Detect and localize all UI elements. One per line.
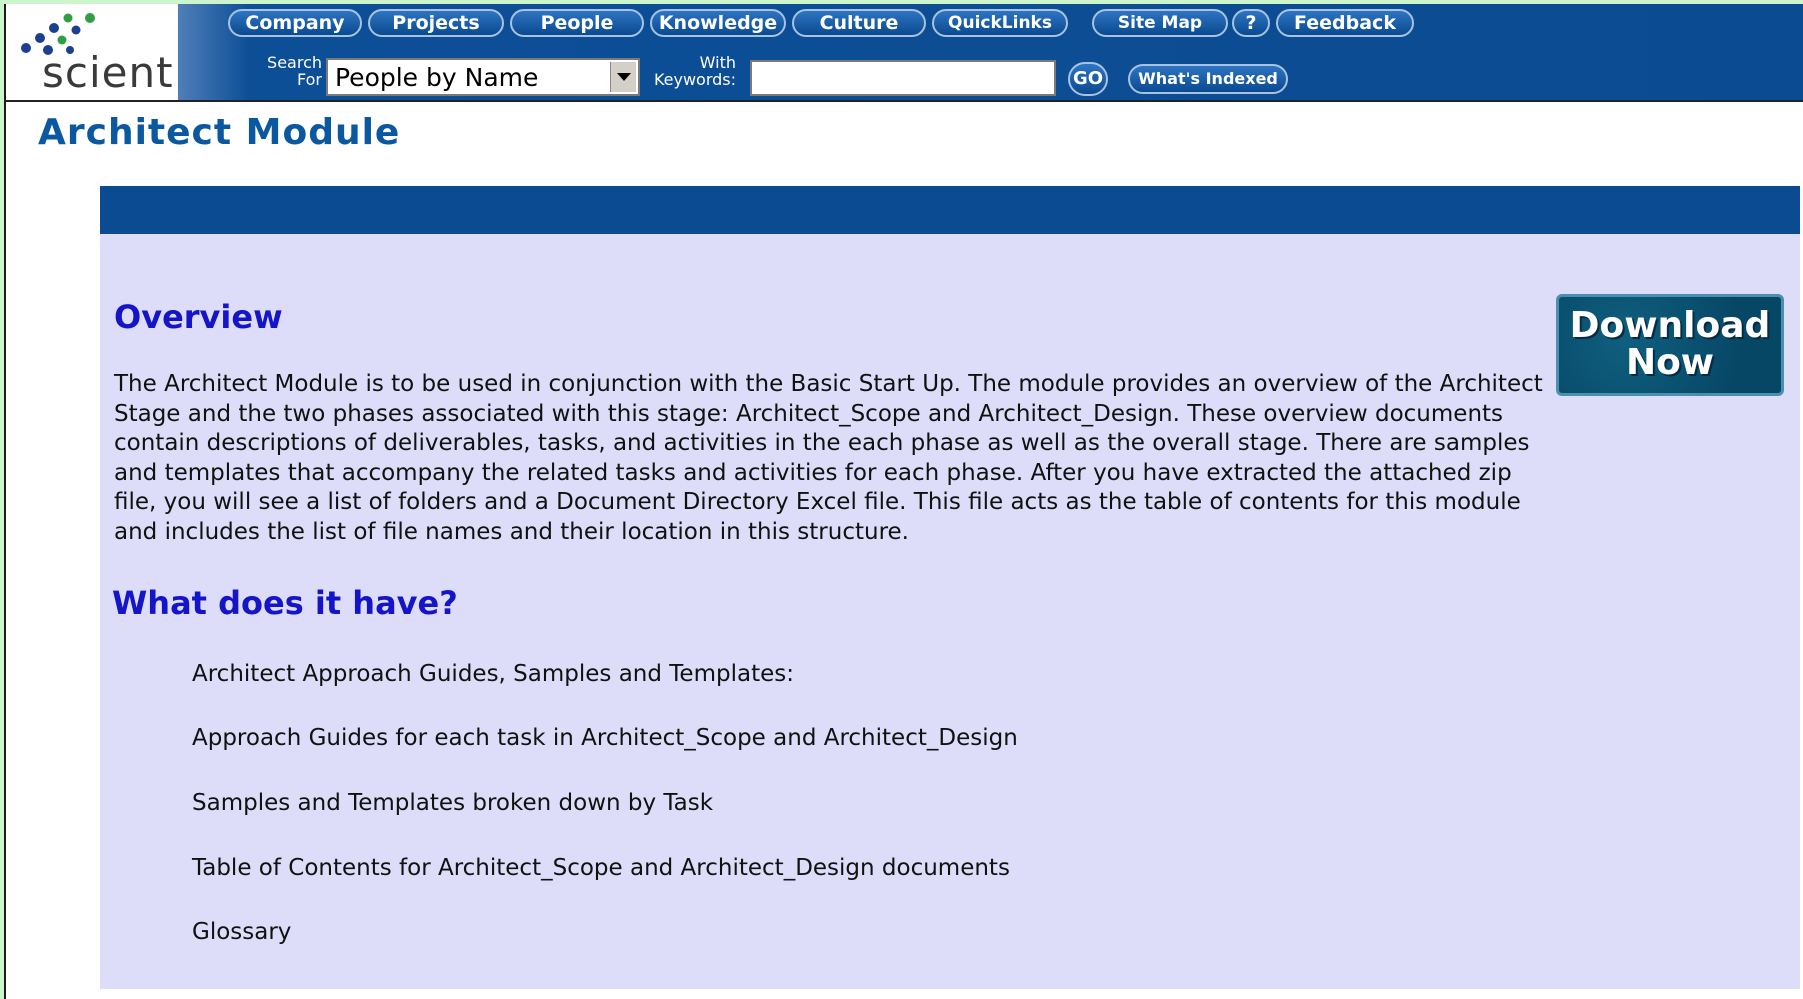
logo-wordmark: scient. bbox=[42, 52, 188, 94]
nav-site-map-button[interactable]: Site Map bbox=[1092, 9, 1228, 37]
nav-projects-button[interactable]: Projects bbox=[368, 9, 504, 37]
nav-people-button[interactable]: People bbox=[510, 9, 644, 37]
download-label-line-2: Now bbox=[1625, 342, 1715, 383]
feature-item: Glossary bbox=[192, 919, 292, 945]
download-label-line-1: Download bbox=[1569, 305, 1771, 346]
feature-item: Samples and Templates broken down by Tas… bbox=[192, 790, 714, 816]
nav-company-button[interactable]: Company bbox=[228, 9, 362, 37]
overview-paragraph: The Architect Module is to be used in co… bbox=[114, 371, 1543, 545]
chevron-down-icon bbox=[617, 73, 631, 81]
whats-indexed-button[interactable]: What's Indexed bbox=[1128, 64, 1288, 94]
nav-quicklinks-button[interactable]: QuickLinks bbox=[932, 9, 1068, 37]
nav-knowledge-button[interactable]: Knowledge bbox=[650, 9, 786, 37]
browser-frame: scient. Company Projects People Knowledg… bbox=[4, 4, 1803, 999]
feature-item: Architect Approach Guides, Samples and T… bbox=[192, 661, 794, 687]
search-label-line-1: Search bbox=[267, 53, 322, 72]
go-button[interactable]: GO bbox=[1068, 62, 1108, 96]
overview-heading: Overview bbox=[114, 298, 283, 336]
keywords-label-line-1: With bbox=[699, 53, 736, 72]
download-now-button[interactable]: Download Now bbox=[1556, 294, 1784, 396]
keywords-input[interactable] bbox=[750, 60, 1056, 96]
header-divider bbox=[4, 100, 1803, 102]
search-label-line-2: For bbox=[297, 70, 322, 89]
feature-item: Approach Guides for each task in Archite… bbox=[192, 725, 1018, 751]
features-heading: What does it have? bbox=[112, 584, 458, 622]
nav-feedback-button[interactable]: Feedback bbox=[1276, 9, 1414, 37]
logo-text: scient bbox=[42, 48, 174, 97]
content-header-band bbox=[100, 186, 1800, 234]
search-type-select[interactable]: People by Name bbox=[326, 58, 640, 96]
nav-culture-button[interactable]: Culture bbox=[792, 9, 926, 37]
keywords-label: With Keywords: bbox=[640, 54, 736, 88]
help-button[interactable]: ? bbox=[1232, 9, 1270, 37]
scient-logo[interactable]: scient. bbox=[10, 4, 187, 100]
keywords-label-line-2: Keywords: bbox=[653, 70, 736, 89]
feature-item: Table of Contents for Architect_Scope an… bbox=[192, 855, 1010, 881]
page-title: Architect Module bbox=[38, 112, 401, 153]
dropdown-arrow-button[interactable] bbox=[610, 62, 636, 92]
search-type-value: People by Name bbox=[335, 63, 539, 92]
search-for-label: Search For bbox=[242, 54, 322, 88]
